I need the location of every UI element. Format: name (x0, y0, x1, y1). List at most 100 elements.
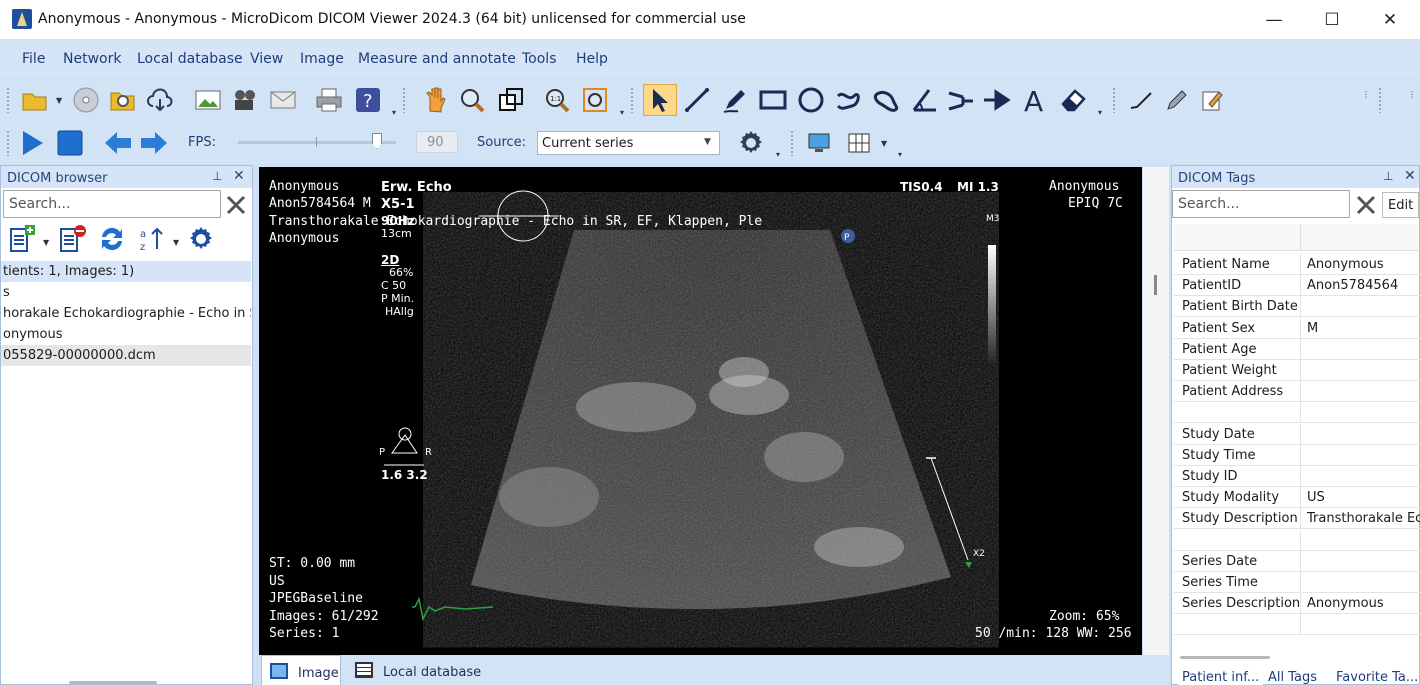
tree-row-summary[interactable]: tients: 1, Images: 1) (1, 261, 251, 282)
menu-file[interactable]: File (22, 51, 45, 67)
pin-icon[interactable]: ⊥ (1383, 169, 1393, 183)
text-annotation-icon[interactable]: A (1020, 85, 1050, 115)
tag-row[interactable]: Study ID (1174, 466, 1420, 487)
toolbar-grip[interactable] (6, 130, 10, 156)
export-video-icon[interactable] (230, 85, 260, 115)
closed-curve-icon[interactable] (872, 85, 902, 115)
pin-icon[interactable]: ⊥ (212, 169, 222, 183)
zoom-icon[interactable] (457, 85, 487, 115)
tag-row[interactable]: Patient Birth Date (1174, 296, 1420, 318)
tab-local-database[interactable]: Local database (349, 655, 489, 685)
fit-to-window-icon[interactable] (580, 85, 610, 115)
tab-favorite-tags[interactable]: Favorite Ta... (1336, 670, 1418, 685)
help-icon[interactable]: ? (353, 85, 383, 115)
tag-row[interactable]: Patient Sex M (1174, 317, 1420, 339)
toolbar-grip[interactable] (630, 87, 634, 113)
gear-icon[interactable] (187, 225, 217, 255)
minimize-button[interactable]: — (1245, 0, 1303, 40)
close-icon[interactable]: ✕ (233, 168, 245, 184)
source-select[interactable]: Current series ▼ (537, 131, 720, 155)
tab-all-tags[interactable]: All Tags (1268, 670, 1317, 685)
angle-icon[interactable] (910, 85, 940, 115)
rectangle-icon[interactable] (758, 85, 788, 115)
maximize-button[interactable]: ☐ (1303, 0, 1361, 40)
export-image-icon[interactable] (193, 85, 223, 115)
cd-icon[interactable] (71, 85, 101, 115)
line-style-icon[interactable] (1126, 85, 1156, 115)
sort-icon[interactable]: az (139, 225, 169, 255)
open-dropdown-icon[interactable]: ▼ (56, 96, 62, 105)
refresh-icon[interactable] (97, 225, 127, 255)
sort-dropdown-icon[interactable]: ▼ (173, 238, 179, 247)
fps-slider-thumb[interactable] (372, 133, 382, 149)
freehand-pen-icon[interactable] (720, 85, 750, 115)
menu-network[interactable]: Network (63, 51, 121, 67)
menu-view[interactable]: View (250, 51, 283, 67)
play-icon[interactable] (17, 128, 47, 158)
next-frame-icon[interactable] (139, 128, 169, 158)
close-button[interactable]: ✕ (1361, 0, 1419, 40)
cloud-download-icon[interactable] (145, 85, 175, 115)
clear-search-icon[interactable] (225, 194, 247, 216)
close-icon[interactable]: ✕ (1404, 168, 1416, 184)
toolbar-grip[interactable] (402, 87, 406, 113)
tag-row[interactable]: Patient Address (1174, 381, 1420, 403)
tag-row[interactable]: Series Description Anonymous (1174, 593, 1420, 615)
toolbar-grip[interactable] (790, 130, 794, 156)
toolbar-overflow-icon[interactable]: ▾ (776, 150, 780, 159)
toolbar-overflow-icon[interactable]: ⋮ (1362, 90, 1370, 99)
toolbar-grip[interactable] (6, 87, 10, 113)
menu-tools[interactable]: Tools (522, 51, 557, 67)
tag-row[interactable]: Patient Name Anonymous (1174, 254, 1420, 275)
print-icon[interactable] (314, 85, 344, 115)
layout-dropdown-icon[interactable]: ▼ (881, 139, 887, 148)
toolbar-overflow-icon[interactable]: ▾ (898, 150, 902, 159)
toolbar-overflow-icon[interactable]: ⋮ (1408, 90, 1416, 99)
toolbar-overflow-icon[interactable]: ▾ (620, 108, 624, 117)
tab-patient-info[interactable]: Patient inf... (1178, 670, 1264, 685)
polyline-icon[interactable] (834, 85, 864, 115)
tag-row[interactable]: Patient Age (1174, 338, 1420, 360)
browser-scrollbar[interactable] (69, 681, 157, 684)
toolbar-overflow-icon[interactable]: ▾ (392, 108, 396, 117)
toolbar-grip[interactable] (1378, 87, 1382, 113)
tag-row[interactable]: Study Modality US (1174, 487, 1420, 509)
tag-row[interactable]: Series Time (1174, 572, 1420, 593)
tag-row[interactable]: PatientID Anon5784564 (1174, 275, 1420, 297)
select-arrow-icon[interactable] (643, 84, 677, 116)
layout-grid-icon[interactable] (844, 128, 874, 158)
add-dropdown-icon[interactable]: ▼ (43, 238, 49, 247)
tag-row[interactable]: Study Date (1174, 423, 1420, 445)
tags-search-input[interactable]: Search... (1172, 190, 1350, 218)
menu-measure-annotate[interactable]: Measure and annotate (358, 51, 516, 67)
tree-row-file[interactable]: 055829-00000000.dcm (1, 345, 251, 366)
ellipse-icon[interactable] (796, 85, 826, 115)
ruler-icon[interactable] (682, 85, 712, 115)
tree-row-study[interactable]: horakale Echokardiographie - Echo in SR (1, 303, 251, 324)
tag-row[interactable]: Patient Weight (1174, 360, 1420, 381)
gear-icon[interactable] (736, 128, 766, 158)
tree-row-series[interactable]: onymous (1, 324, 251, 345)
tags-scrollbar[interactable] (1180, 656, 1270, 659)
tag-row[interactable]: Study Time (1174, 444, 1420, 466)
eraser-icon[interactable] (1058, 85, 1088, 115)
window-level-icon[interactable] (496, 85, 526, 115)
previous-frame-icon[interactable] (103, 128, 133, 158)
viewer-scrollbar[interactable] (1143, 167, 1169, 655)
open-folder-icon[interactable] (20, 85, 50, 115)
tag-row[interactable]: Study Description Transthorakale Ec (1174, 508, 1420, 530)
stop-icon[interactable] (55, 128, 85, 158)
pan-hand-icon[interactable] (420, 85, 450, 115)
actual-size-icon[interactable]: 1:1 (542, 85, 572, 115)
viewer-scroll-thumb[interactable] (1154, 275, 1157, 295)
menu-image[interactable]: Image (300, 51, 344, 67)
tag-row[interactable] (1174, 402, 1420, 424)
arrow-annotation-icon[interactable] (982, 85, 1012, 115)
tree-row-patient[interactable]: s (1, 282, 251, 303)
browser-search-input[interactable]: Search... (3, 190, 221, 218)
image-viewer[interactable]: P Anonymous Anon5784564 M Transthorakale… (259, 167, 1142, 655)
fps-slider[interactable] (238, 133, 396, 149)
fps-value[interactable]: 90 (416, 131, 458, 153)
cobb-angle-icon[interactable] (946, 85, 976, 115)
edit-button[interactable]: Edit (1382, 192, 1419, 218)
